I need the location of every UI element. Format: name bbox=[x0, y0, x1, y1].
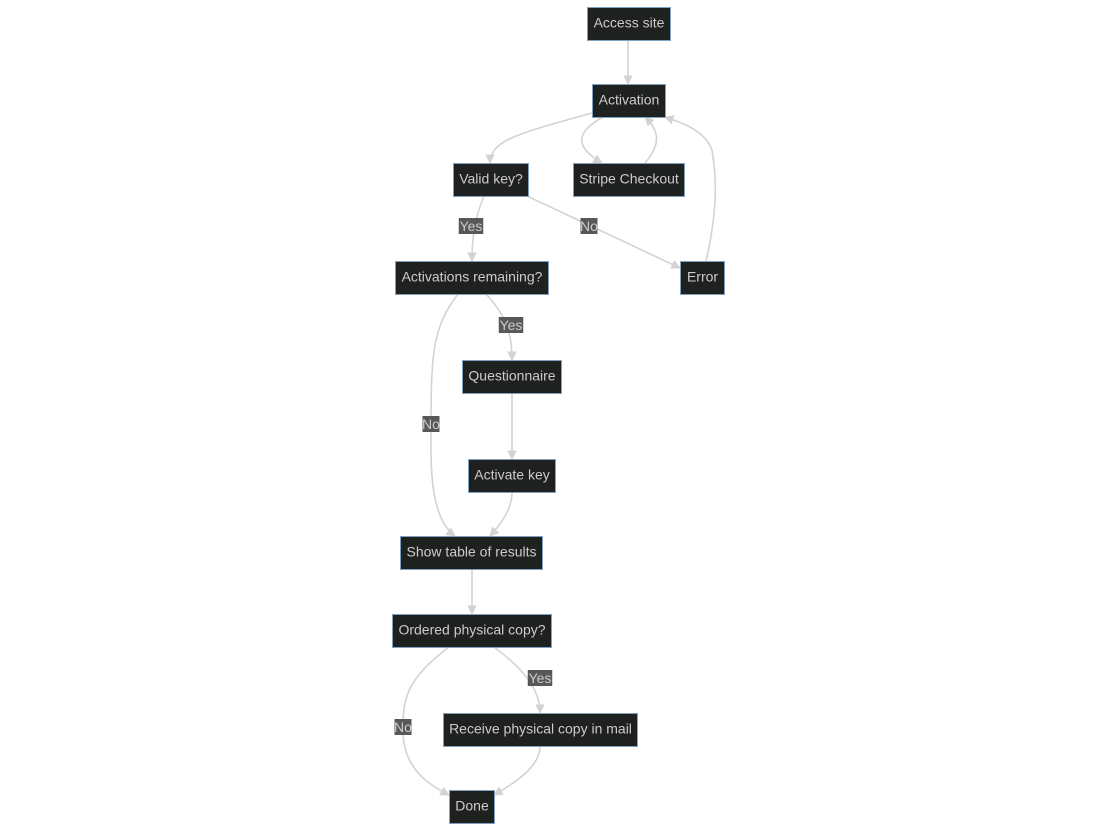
edge-label-text: Yes bbox=[529, 670, 552, 686]
node-label: Activations remaining? bbox=[402, 269, 543, 285]
node-access: Access site bbox=[587, 7, 671, 41]
node-label: Error bbox=[687, 269, 718, 285]
edge-label-remaining-results: No bbox=[422, 416, 440, 432]
node-results: Show table of results bbox=[400, 536, 543, 570]
node-activation: Activation bbox=[592, 84, 666, 118]
node-activate: Activate key bbox=[468, 459, 556, 493]
edge-label-text: No bbox=[580, 218, 598, 234]
node-questionnaire: Questionnaire bbox=[462, 360, 562, 394]
edge-activate-results bbox=[489, 491, 513, 537]
nodes-layer: Access site Activation Valid key? Stripe Ch… bbox=[392, 7, 725, 824]
node-label: Valid key? bbox=[459, 171, 523, 187]
edge-label-text: Yes bbox=[500, 317, 523, 333]
flowchart-canvas: Yes No Yes No Yes No Access site Activation Val… bbox=[392, 7, 725, 824]
node-remaining: Activations remaining? bbox=[395, 261, 549, 295]
edge-label-valid-error: No bbox=[580, 218, 598, 234]
node-stripe: Stripe Checkout bbox=[573, 163, 685, 197]
node-label: Stripe Checkout bbox=[579, 171, 679, 187]
node-valid: Valid key? bbox=[453, 163, 529, 197]
edge-stripe-activation bbox=[644, 116, 658, 164]
node-done: Done bbox=[449, 790, 495, 824]
edge-label-text: No bbox=[394, 719, 412, 735]
edge-label-valid-remaining: Yes bbox=[458, 218, 484, 234]
edge-valid-error bbox=[526, 195, 681, 269]
node-label: Receive physical copy in mail bbox=[449, 721, 632, 737]
edges-layer bbox=[402, 40, 717, 796]
node-label: Show table of results bbox=[407, 544, 537, 560]
node-label: Done bbox=[455, 798, 489, 814]
node-label: Access site bbox=[594, 15, 665, 31]
edge-activation-stripe bbox=[581, 116, 604, 164]
edge-label-text: No bbox=[422, 416, 440, 432]
node-label: Questionnaire bbox=[468, 368, 555, 384]
edge-label-ordered-mail: Yes bbox=[527, 670, 553, 686]
edge-label-text: Yes bbox=[460, 218, 483, 234]
node-error: Error bbox=[680, 261, 725, 295]
edge-remaining-results bbox=[430, 293, 459, 537]
edge-label-ordered-done: No bbox=[394, 719, 412, 735]
node-ordered: Ordered physical copy? bbox=[392, 614, 552, 648]
node-label: Ordered physical copy? bbox=[398, 622, 545, 638]
node-mail: Receive physical copy in mail bbox=[443, 713, 638, 747]
node-label: Activation bbox=[599, 92, 660, 108]
node-label: Activate key bbox=[474, 467, 549, 483]
edge-activation-valid bbox=[485, 112, 593, 164]
edge-mail-done bbox=[493, 745, 541, 796]
edge-label-remaining-questionnaire: Yes bbox=[498, 317, 524, 333]
